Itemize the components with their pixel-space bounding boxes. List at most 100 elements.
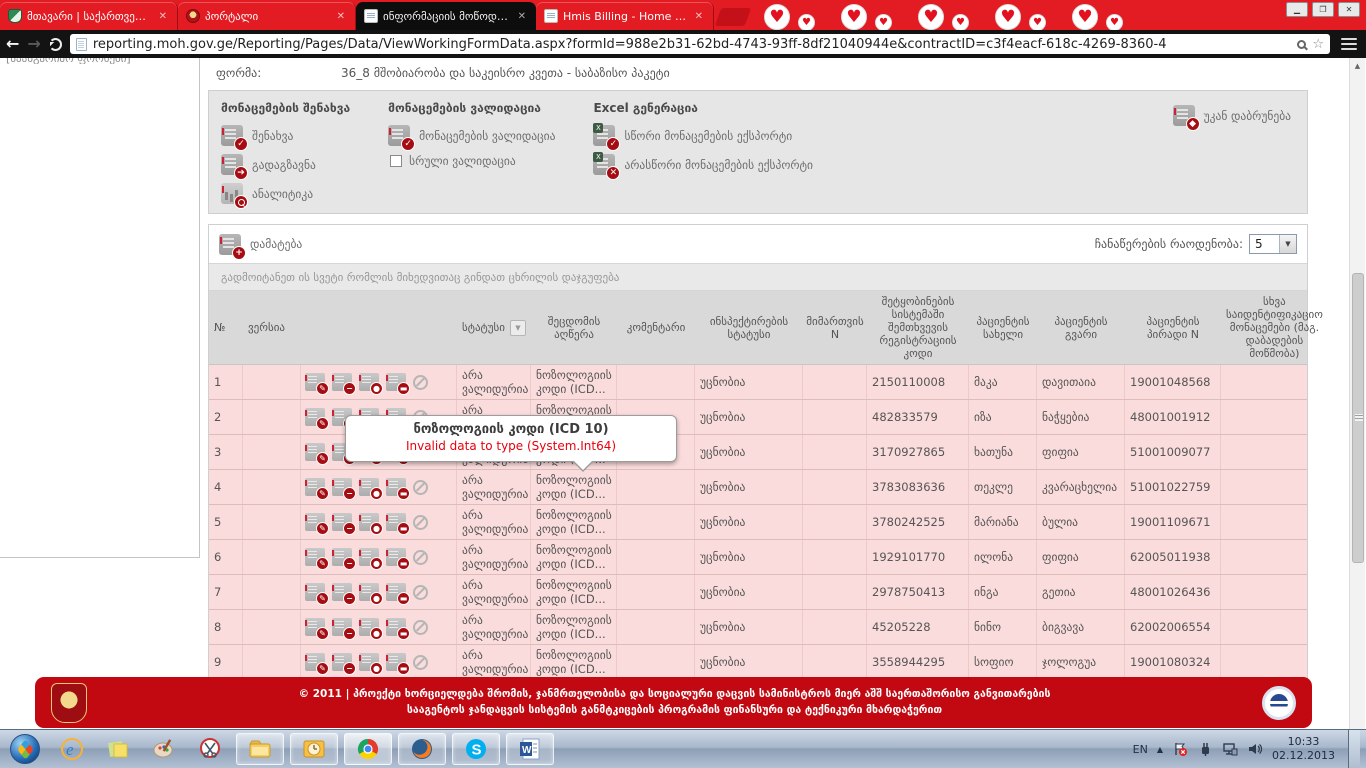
forward-icon[interactable]: → xyxy=(27,36,40,52)
remove-icon[interactable]: ▬ xyxy=(386,618,406,636)
records-count-select[interactable]: 5 ▼ xyxy=(1249,234,1297,254)
view-icon[interactable]: ● xyxy=(359,618,379,636)
delete-icon[interactable]: − xyxy=(332,583,352,601)
header-first-name[interactable]: პაციენტის სახელი xyxy=(969,291,1037,364)
delete-icon[interactable]: − xyxy=(332,618,352,636)
taskbar-clock[interactable]: 10:33 02.12.2013 xyxy=(1272,735,1335,764)
analytics-button[interactable]: ანალიტიკა xyxy=(221,183,350,204)
edit-icon[interactable]: ✎ xyxy=(305,618,325,636)
delete-icon[interactable]: − xyxy=(332,373,352,391)
validate-button[interactable]: ✓ მონაცემების ვალიდაცია xyxy=(388,125,555,146)
taskbar-snipping-tool-icon[interactable] xyxy=(190,733,230,765)
reg-code-cell: 3780242525 xyxy=(867,505,969,539)
delete-icon[interactable]: − xyxy=(332,548,352,566)
header-personal-n[interactable]: პაციენტის პირადი N xyxy=(1125,291,1221,364)
delete-icon[interactable]: − xyxy=(332,478,352,496)
scroll-up-icon[interactable]: ▲ xyxy=(1350,58,1365,74)
view-icon[interactable]: ● xyxy=(359,653,379,671)
taskbar-skype-icon[interactable]: S xyxy=(452,733,500,765)
show-desktop-button[interactable] xyxy=(1348,730,1360,768)
export-valid-button[interactable]: ✓ სწორი მონაცემების ექსპორტი xyxy=(593,125,813,146)
bookmark-star-icon[interactable]: ☆ xyxy=(1312,37,1324,52)
chevron-down-icon[interactable]: ▼ xyxy=(1279,235,1296,253)
start-button[interactable] xyxy=(10,734,40,764)
remove-icon[interactable]: ▬ xyxy=(386,583,406,601)
tray-expand-icon[interactable]: ▲ xyxy=(1157,745,1163,754)
vertical-scrollbar[interactable]: ▲ xyxy=(1349,58,1365,729)
edit-icon[interactable]: ✎ xyxy=(305,653,325,671)
tab-hmis-billing[interactable]: Hmis Billing - Home Page ✕ xyxy=(536,2,714,30)
scrollbar-thumb[interactable] xyxy=(1352,273,1364,563)
view-icon[interactable]: ● xyxy=(359,583,379,601)
edit-icon[interactable]: ✎ xyxy=(305,373,325,391)
full-validation-checkbox[interactable] xyxy=(390,155,402,167)
taskbar-outlook-icon[interactable] xyxy=(290,733,338,765)
taskbar-chrome-icon[interactable] xyxy=(344,733,392,765)
network-icon[interactable] xyxy=(1222,741,1238,757)
edit-icon[interactable]: ✎ xyxy=(305,408,325,426)
header-other-id[interactable]: სხვა საიდენტიფიკაციო მონაცემები (მაგ. და… xyxy=(1221,291,1328,364)
tab-close-icon[interactable]: ✕ xyxy=(335,11,347,22)
validation-section: მონაცემების ვალიდაცია ✓ მონაცემების ვალი… xyxy=(388,101,555,201)
header-last-name[interactable]: პაციენტის გვარი xyxy=(1037,291,1125,364)
remove-icon[interactable]: ▬ xyxy=(386,513,406,531)
view-icon[interactable]: ● xyxy=(359,548,379,566)
edit-icon[interactable]: ✎ xyxy=(305,478,325,496)
header-version[interactable]: ვერსია xyxy=(243,291,301,364)
view-icon[interactable]: ● xyxy=(359,513,379,531)
delete-icon[interactable]: − xyxy=(332,653,352,671)
header-reg-code[interactable]: შეტყობინების სისტემაში შემთხვევის რეგისტ… xyxy=(867,291,969,364)
header-number[interactable]: № xyxy=(209,291,243,364)
view-icon[interactable]: ● xyxy=(359,478,379,496)
tab-close-icon[interactable]: ✕ xyxy=(516,11,528,22)
edit-icon[interactable]: ✎ xyxy=(305,513,325,531)
delete-icon[interactable]: − xyxy=(332,513,352,531)
taskbar-sticky-notes-icon[interactable] xyxy=(98,733,138,765)
taskbar-explorer-icon[interactable] xyxy=(236,733,284,765)
zoom-search-icon[interactable] xyxy=(1297,40,1306,49)
back-icon[interactable]: ← xyxy=(6,36,19,52)
url-text[interactable]: reporting.moh.gov.ge/Reporting/Pages/Dat… xyxy=(93,37,1292,52)
status-filter-dropdown[interactable]: ▼ xyxy=(510,320,526,336)
restore-button[interactable]: ❐ xyxy=(1312,2,1334,17)
action-center-flag-icon[interactable] xyxy=(1172,741,1188,757)
taskbar-firefox-icon[interactable] xyxy=(398,733,446,765)
remove-icon[interactable]: ▬ xyxy=(386,373,406,391)
remove-icon[interactable]: ▬ xyxy=(386,653,406,671)
add-record-button[interactable]: + დამატება xyxy=(219,234,302,255)
header-error[interactable]: შეცდომის აღწერა xyxy=(531,291,617,364)
tab-close-icon[interactable]: ✕ xyxy=(693,11,705,22)
tab-home[interactable]: მთავარი | საქართველო... ✕ xyxy=(0,2,178,30)
volume-icon[interactable] xyxy=(1247,741,1263,757)
language-indicator[interactable]: EN xyxy=(1133,743,1148,756)
taskbar-paint-icon[interactable] xyxy=(144,733,184,765)
back-to-list-button[interactable]: ◆ უკან დაბრუნება xyxy=(1173,105,1291,126)
header-status[interactable]: სტატუსი ▼ xyxy=(457,291,531,364)
power-plug-icon[interactable] xyxy=(1197,741,1213,757)
edit-icon[interactable]: ✎ xyxy=(305,548,325,566)
chrome-menu-icon[interactable] xyxy=(1338,36,1360,52)
edit-icon[interactable]: ✎ xyxy=(305,583,325,601)
edit-icon[interactable]: ✎ xyxy=(305,443,325,461)
send-button[interactable]: ➔ გადაგზავნა xyxy=(221,154,350,175)
close-button[interactable]: ✕ xyxy=(1338,2,1360,17)
tab-information-active[interactable]: ინფორმაციის მოწოდება ✕ xyxy=(356,2,536,30)
view-icon[interactable]: ● xyxy=(359,373,379,391)
new-tab-button[interactable] xyxy=(715,8,752,26)
address-bar[interactable]: reporting.moh.gov.ge/Reporting/Pages/Dat… xyxy=(70,34,1330,54)
header-comment[interactable]: კომენტარი xyxy=(617,291,695,364)
export-invalid-button[interactable]: ✕ არასწორი მონაცემების ექსპორტი xyxy=(593,154,813,175)
header-inspection[interactable]: ინსპექტირების სტატუსი xyxy=(695,291,803,364)
referral-cell xyxy=(803,610,867,644)
minimize-button[interactable]: ▁ xyxy=(1286,2,1308,17)
tab-close-icon[interactable]: ✕ xyxy=(157,11,169,22)
refresh-icon[interactable] xyxy=(49,38,62,51)
save-button[interactable]: ✓ შენახვა xyxy=(221,125,350,146)
sidebar-item-forms[interactable]: [საანგარიშო ფორმები] xyxy=(0,58,199,64)
remove-icon[interactable]: ▬ xyxy=(386,548,406,566)
header-referral[interactable]: მიმართვის N xyxy=(803,291,867,364)
tab-portal[interactable]: პორტალი ✕ xyxy=(178,2,356,30)
taskbar-internet-explorer-icon[interactable]: e xyxy=(52,733,92,765)
remove-icon[interactable]: ▬ xyxy=(386,478,406,496)
taskbar-word-icon[interactable]: W xyxy=(506,733,554,765)
